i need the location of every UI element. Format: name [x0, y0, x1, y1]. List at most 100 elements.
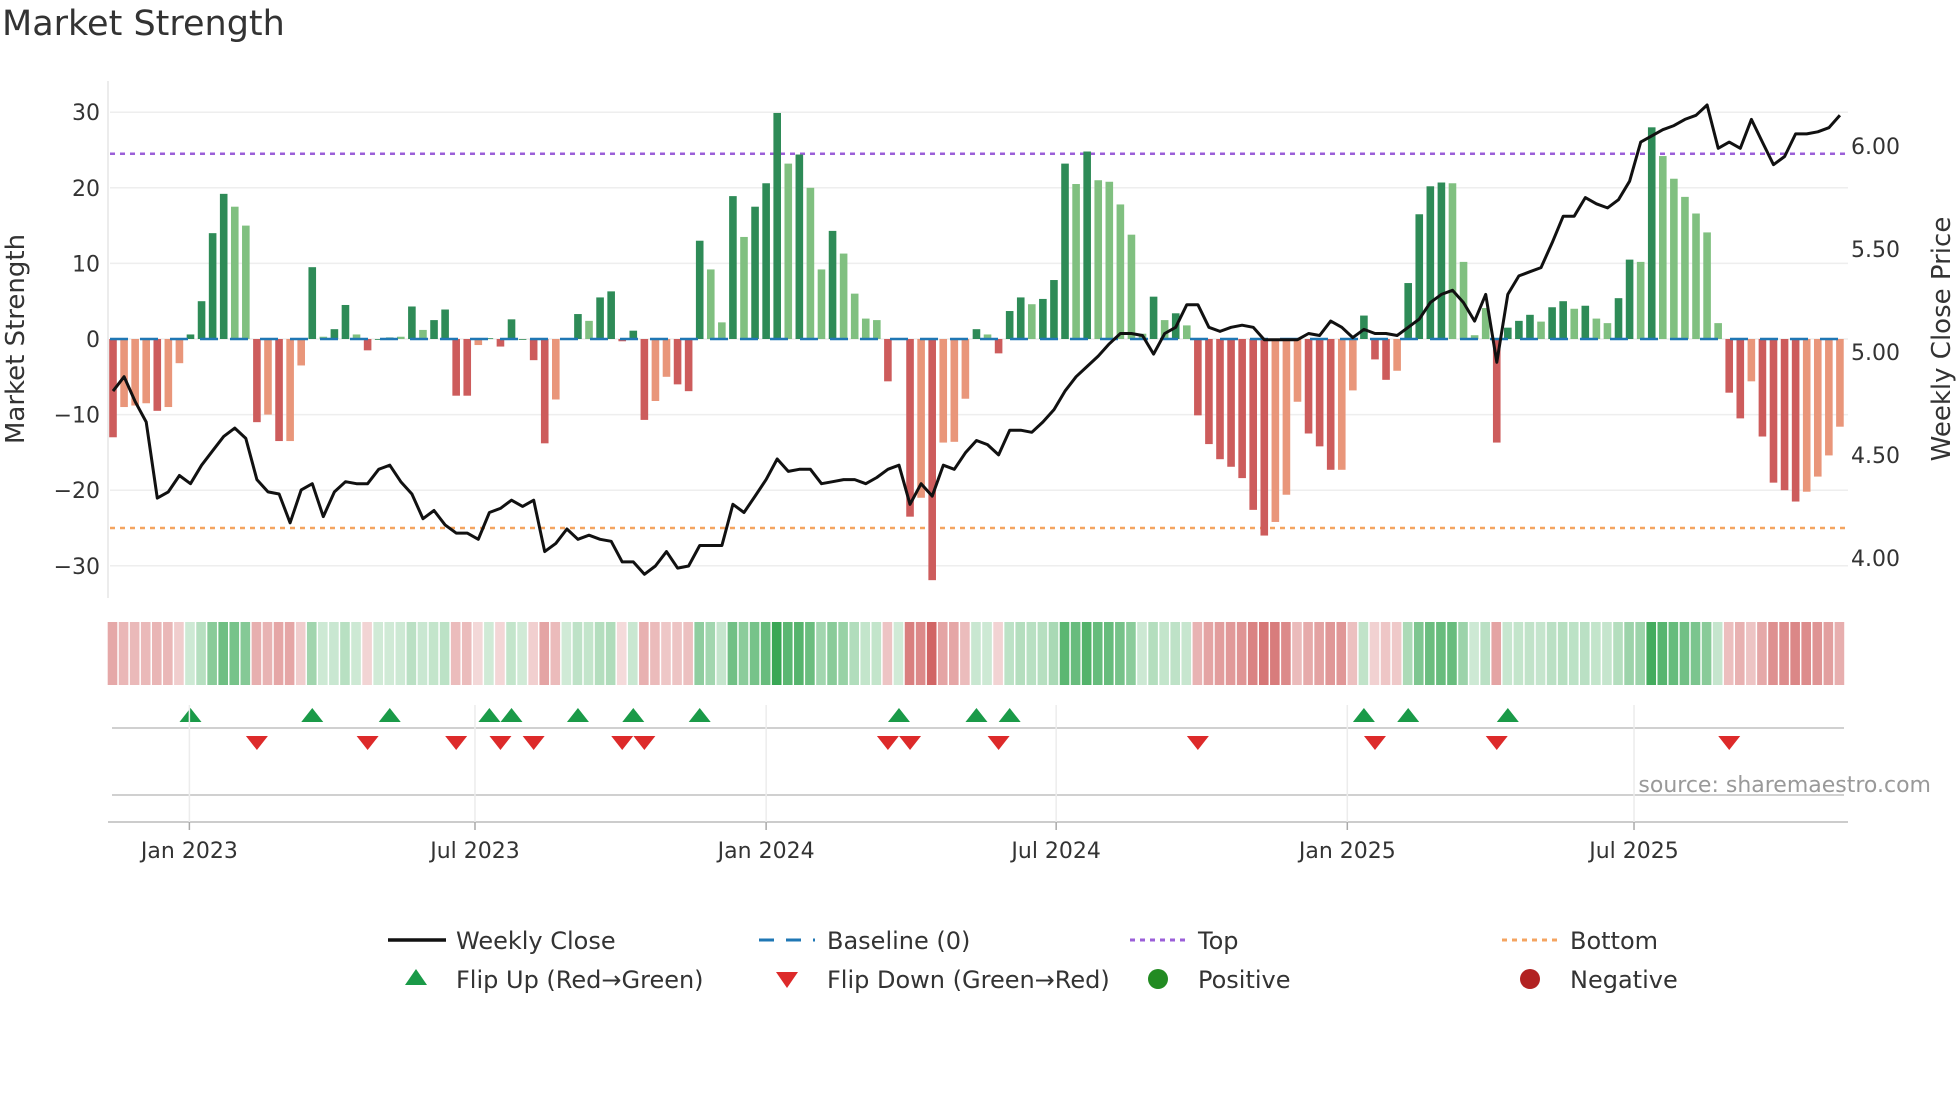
strip-cell: [1447, 622, 1457, 685]
strip-cell: [1635, 622, 1645, 685]
legend-label: Flip Down (Green→Red): [827, 966, 1110, 994]
legend-label: Negative: [1570, 966, 1678, 994]
flip-up-marker: [500, 708, 523, 722]
strip-cell: [1757, 622, 1767, 685]
flip-up-marker: [965, 708, 988, 722]
positive-bar: [1028, 304, 1036, 339]
flip-up-marker: [622, 708, 645, 722]
negative-bar: [1260, 339, 1269, 536]
strip-cell: [1369, 622, 1380, 685]
positive-bar: [1548, 307, 1556, 339]
strip-cell: [1347, 622, 1358, 685]
negative-bar: [1194, 339, 1202, 416]
strip-cell: [1303, 622, 1313, 685]
strip-cell: [284, 622, 295, 685]
positive-bar: [740, 236, 748, 339]
negative-bar: [1326, 339, 1335, 470]
negative-bar: [363, 339, 372, 351]
strip-cell: [439, 622, 450, 685]
strip-cell: [816, 622, 826, 685]
strip-cell: [196, 622, 206, 685]
positive-bar: [1581, 305, 1590, 339]
strip-cell: [738, 622, 749, 685]
y-tick-label: 10: [72, 252, 100, 277]
strength-heat-strip: [107, 622, 1845, 685]
negative-bar: [1791, 339, 1800, 502]
strip-cell: [528, 622, 538, 685]
flip-up-marker: [1496, 708, 1519, 722]
strip-cell: [627, 622, 638, 685]
strip-cell: [1026, 622, 1037, 685]
strip-cell: [893, 622, 904, 685]
strip-cell: [1402, 622, 1413, 685]
source-note: source: sharemaestro.com: [1638, 773, 1931, 798]
positive-bar: [1592, 318, 1601, 339]
flip-down-marker: [633, 736, 656, 750]
negative-bar: [994, 339, 1003, 354]
positive-bar: [972, 329, 981, 339]
flip-down-marker: [356, 736, 379, 750]
positive-bar: [1526, 314, 1534, 339]
negative-bar: [1282, 339, 1291, 495]
strip-cell: [1746, 622, 1756, 685]
strip-cell: [539, 622, 550, 685]
strip-cell: [993, 622, 1003, 685]
positive-bar: [1692, 213, 1700, 339]
positive-bar: [596, 297, 604, 339]
negative-bar: [1304, 339, 1313, 434]
negative-bar: [275, 339, 283, 442]
negative-bar: [673, 339, 682, 385]
market-strength-chart: −30 −20 −10 0 10 20 30 4.00 4.50 5.00 5.50 6.00 Jan …: [1, 81, 1957, 994]
strip-cell: [1491, 622, 1502, 685]
strip-cell: [1524, 622, 1535, 685]
flip-down-marker: [876, 736, 899, 750]
y-tick-label: 30: [72, 101, 100, 126]
strip-cell: [1580, 622, 1590, 685]
strip-cell: [749, 622, 760, 685]
strip-cell: [561, 622, 572, 685]
strip-cell: [1325, 622, 1335, 685]
positive-bar: [1714, 323, 1722, 339]
positive-bar: [585, 320, 593, 339]
strip-cell: [716, 622, 727, 685]
negative-bar: [164, 339, 173, 408]
strip-cell: [583, 622, 594, 685]
y-tick-label: −30: [54, 555, 100, 580]
strip-cell: [849, 622, 859, 685]
positive-bar: [718, 322, 726, 339]
negative-bar: [1813, 339, 1822, 477]
positive-bar: [1437, 182, 1446, 339]
negative-bar: [1393, 339, 1401, 371]
x-tick-label: Jul 2025: [1587, 839, 1679, 864]
strip-cell: [926, 622, 937, 685]
negative-bar: [961, 339, 970, 399]
triangle-up-icon: [405, 969, 427, 985]
positive-bar: [784, 163, 793, 339]
strip-cell: [1425, 622, 1435, 685]
legend-label: Bottom: [1570, 927, 1658, 955]
negative-bar: [1238, 339, 1246, 479]
negative-bar: [463, 339, 472, 396]
negative-bar: [1836, 339, 1844, 427]
negative-bar: [1780, 339, 1789, 491]
negative-bar: [684, 339, 693, 392]
positive-bar: [419, 329, 427, 339]
positive-bar: [1149, 296, 1158, 339]
strip-cell: [860, 622, 871, 685]
negative-bar: [1315, 339, 1324, 447]
positive-bar: [706, 269, 715, 339]
strip-cell: [495, 622, 505, 685]
positive-bar: [850, 293, 859, 339]
strip-cell: [1480, 622, 1490, 685]
y2-tick-label: 6.00: [1851, 135, 1900, 160]
positive-bar: [518, 339, 527, 340]
positive-bar: [219, 193, 228, 339]
negative-bar: [928, 339, 936, 581]
strip-cell: [1768, 622, 1778, 685]
positive-bar: [1182, 325, 1191, 339]
strip-cell: [1247, 622, 1258, 685]
strip-cell: [1436, 622, 1446, 685]
negative-bar: [1249, 339, 1258, 510]
flip-up-marker: [998, 708, 1021, 722]
strip-cell: [140, 622, 151, 685]
